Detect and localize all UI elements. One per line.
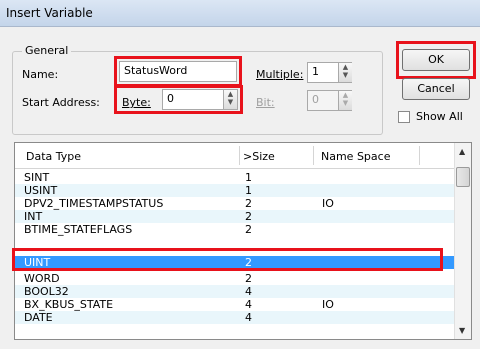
spin-down-icon: ▼ [227,98,234,106]
general-legend: General [22,44,72,57]
list-header: Data Type >Size Name Space [15,143,455,169]
cancel-button-label: Cancel [417,82,455,95]
spin-up-icon: ▲ [342,91,349,99]
bit-spinner[interactable]: ▲ ▼ [338,91,352,110]
start-address-label: Start Address: [22,96,100,109]
spin-up-icon: ▲ [342,63,349,71]
spin-down-icon: ▼ [342,99,349,107]
cell-size: 2 [245,256,252,269]
cell-data-type: BTIME_STATEFLAGS [24,223,133,236]
cell-data-type: DATE [24,311,53,324]
cell-data-type: SINT [24,171,50,184]
cell-size: 2 [245,210,252,223]
ok-button[interactable]: OK [402,49,470,71]
multiple-spinner[interactable]: ▲ ▼ [338,63,352,82]
column-header-size[interactable]: >Size [243,150,275,163]
cell-data-type: DPV2_TIMESTAMPSTATUS [24,197,164,210]
cell-size: 4 [245,298,252,311]
table-row[interactable]: WORD 2 [15,272,455,285]
cell-size: 1 [245,171,252,184]
cell-size: 2 [245,197,252,210]
bit-input-value: 0 [312,93,319,106]
name-label: Name: [22,68,59,81]
ok-button-label: OK [428,53,444,66]
cell-size: 2 [245,223,252,236]
column-separator[interactable] [239,146,240,165]
scroll-up-icon[interactable]: ▲ [459,147,465,156]
table-row[interactable]: USINT 1 [15,184,455,197]
multiple-input-value: 1 [312,65,319,78]
cell-size: 4 [245,285,252,298]
column-header-data-type[interactable]: Data Type [26,150,81,163]
table-row[interactable]: BX_KBUS_STATE 4 IO [15,298,455,311]
spin-down-icon: ▼ [342,71,349,79]
table-row[interactable]: BTIME_STATEFLAGS 2 [15,223,455,236]
show-all-checkbox[interactable] [398,111,410,123]
data-type-list[interactable]: Data Type >Size Name Space SINT 1 USINT 1 … [14,142,472,340]
cell-data-type: USINT [24,184,58,197]
table-row[interactable]: SINT 1 [15,171,455,184]
table-row[interactable]: BOOL32 4 [15,285,455,298]
cell-name-space: IO [322,197,334,210]
byte-label: Byte: [122,96,151,109]
cell-data-type: BX_KBUS_STATE [24,298,114,311]
byte-input-value: 0 [167,92,174,105]
table-row[interactable]: DPV2_TIMESTAMPSTATUS 2 IO [15,197,455,210]
cell-data-type: BOOL32 [24,285,69,298]
cell-size: 1 [245,184,252,197]
scroll-down-icon[interactable]: ▼ [459,326,465,335]
table-row[interactable]: DATE 4 [15,311,455,324]
spin-up-icon: ▲ [227,90,234,98]
show-all-label: Show All [416,110,463,123]
window-title: Insert Variable [6,6,93,20]
cell-name-space: IO [322,298,334,311]
column-header-name-space[interactable]: Name Space [321,150,390,163]
name-input[interactable]: StatusWord [119,61,237,82]
cell-data-type: WORD [24,272,60,285]
column-separator[interactable] [419,146,420,165]
table-row-selected[interactable]: UINT 2 [15,256,455,269]
byte-spinner[interactable]: ▲ ▼ [223,90,237,109]
scrollbar-thumb[interactable] [456,167,470,187]
title-bar: Insert Variable [0,0,480,27]
column-separator[interactable] [313,146,314,165]
cell-data-type: INT [24,210,43,223]
cancel-button[interactable]: Cancel [402,78,470,100]
name-input-value: StatusWord [124,64,188,77]
cell-size: 2 [245,272,252,285]
cell-data-type: UINT [24,256,51,269]
multiple-label: Multiple: [256,68,304,81]
bit-label: Bit: [256,96,275,109]
cell-size: 4 [245,311,252,324]
table-row[interactable]: INT 2 [15,210,455,223]
vertical-scrollbar[interactable]: ▲ ▼ [454,143,471,339]
